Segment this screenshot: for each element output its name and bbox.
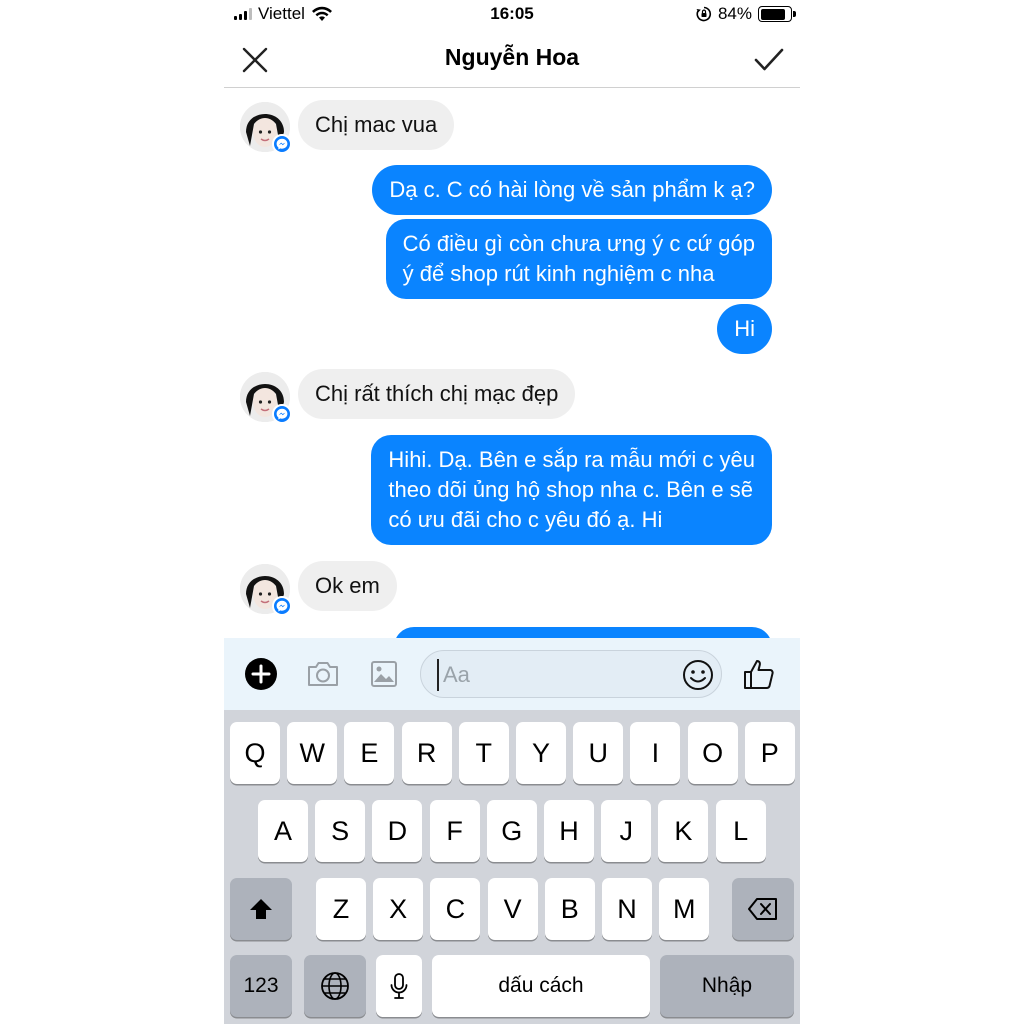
contact-avatar[interactable] <box>240 372 292 424</box>
plus-icon <box>245 658 277 690</box>
key-y[interactable]: Y <box>516 722 566 784</box>
key-j[interactable]: J <box>601 800 652 862</box>
battery-level <box>760 8 785 20</box>
message-text-line: có ưu đãi cho c yêu đó ạ. Hi <box>388 507 663 532</box>
gallery-icon <box>371 661 397 687</box>
message-input[interactable] <box>437 659 677 691</box>
backspace-icon <box>748 898 777 920</box>
messenger-screen: Viettel 16:05 84% Nguyễn Hoa Chị mac vua… <box>224 0 800 1024</box>
battery-icon <box>758 6 796 22</box>
messenger-badge-icon <box>272 134 292 154</box>
message-text-line: Có điều gì còn chưa ưng ý c cứ góp <box>402 231 755 256</box>
key-x[interactable]: X <box>373 878 424 940</box>
contact-avatar[interactable] <box>240 102 292 154</box>
message-text-line: theo dõi ủng hộ shop nha c. Bên e sẽ <box>388 477 753 502</box>
message-text: Chị rất thích chị mạc đẹp <box>315 381 559 406</box>
backspace-key[interactable] <box>732 878 794 940</box>
microphone-key[interactable] <box>376 955 422 1017</box>
incoming-message[interactable]: Chị rất thích chị mạc đẹp <box>298 369 576 419</box>
key-u[interactable]: U <box>573 722 624 784</box>
outgoing-message[interactable]: Dạ c. C có hài lòng về sản phẩm k ạ? <box>372 165 772 215</box>
incoming-message[interactable]: Ok em <box>298 561 397 611</box>
outgoing-message-partial[interactable] <box>394 627 772 638</box>
chat-header: Nguyễn Hoa <box>224 30 800 88</box>
more-actions-button[interactable] <box>242 655 280 693</box>
outgoing-message[interactable]: Hi <box>717 304 772 354</box>
key-f[interactable]: F <box>429 800 480 862</box>
emoji-icon <box>683 660 713 690</box>
key-l[interactable]: L <box>715 800 766 862</box>
message-text: Dạ c. C có hài lòng về sản phẩm k ạ? <box>389 177 755 202</box>
key-e[interactable]: E <box>344 722 395 784</box>
key-p[interactable]: P <box>744 722 795 784</box>
key-c[interactable]: C <box>430 878 481 940</box>
status-right: 84% <box>696 4 796 24</box>
like-button[interactable] <box>740 655 778 693</box>
key-w[interactable]: W <box>287 722 338 784</box>
key-a[interactable]: A <box>258 800 308 862</box>
key-i[interactable]: I <box>630 722 681 784</box>
numbers-key[interactable]: 123 <box>230 955 292 1017</box>
key-z[interactable]: Z <box>316 878 366 940</box>
key-r[interactable]: R <box>401 722 452 784</box>
conversation-title: Nguyễn Hoa <box>444 44 580 70</box>
key-d[interactable]: D <box>372 800 423 862</box>
key-o[interactable]: O <box>687 722 738 784</box>
messenger-badge-icon <box>272 404 292 424</box>
gallery-button[interactable] <box>365 655 403 693</box>
key-q[interactable]: Q <box>230 722 280 784</box>
shift-key[interactable] <box>230 878 292 940</box>
key-m[interactable]: M <box>659 878 710 940</box>
confirm-button[interactable] <box>751 42 787 78</box>
globe-key[interactable] <box>304 955 366 1017</box>
incoming-message[interactable]: Chị mac vua <box>298 100 455 150</box>
message-list[interactable]: Chị mac vua Dạ c. C có hài lòng về sản p… <box>224 90 800 638</box>
outgoing-message[interactable]: Hihi. Dạ. Bên e sắp ra mẫu mới c yêu the… <box>371 435 772 545</box>
microphone-icon <box>390 973 408 999</box>
key-h[interactable]: H <box>544 800 594 862</box>
message-text: Hi <box>734 316 755 341</box>
camera-button[interactable] <box>304 655 342 693</box>
message-input-wrapper <box>420 650 722 698</box>
shift-icon <box>250 899 272 919</box>
message-text-line: Hihi. Dạ. Bên e sắp ra mẫu mới c yêu <box>388 447 755 472</box>
message-text-line: ý để shop rút kinh nghiệm c nha <box>402 261 715 286</box>
key-b[interactable]: B <box>544 878 595 940</box>
key-t[interactable]: T <box>458 722 509 784</box>
camera-icon <box>308 662 338 686</box>
globe-icon <box>321 972 349 1000</box>
emoji-button[interactable] <box>681 658 715 692</box>
onscreen-keyboard: 123 dấu cách Nhập QWERTYUIOP ASDFGHJKL ZXC… <box>224 710 800 1024</box>
message-text: Ok em <box>315 573 380 598</box>
return-key[interactable]: Nhập <box>660 955 794 1017</box>
thumbs-up-icon <box>744 660 774 689</box>
key-g[interactable]: G <box>486 800 537 862</box>
battery-percent: 84% <box>717 4 752 23</box>
space-key[interactable]: dấu cách <box>432 955 650 1017</box>
return-key-label: Nhập <box>701 974 753 997</box>
key-s[interactable]: S <box>315 800 366 862</box>
message-text: Chị mac vua <box>315 112 438 137</box>
key-n[interactable]: N <box>602 878 652 940</box>
space-key-label: dấu cách <box>498 974 584 997</box>
outgoing-message[interactable]: Có điều gì còn chưa ưng ý c cứ góp ý để … <box>385 219 772 299</box>
orientation-lock-icon <box>696 6 712 22</box>
key-k[interactable]: K <box>658 800 709 862</box>
message-composer <box>224 638 800 710</box>
numbers-key-label: 123 <box>243 974 279 997</box>
messenger-badge-icon <box>272 596 292 616</box>
key-v[interactable]: V <box>487 878 538 940</box>
contact-avatar[interactable] <box>240 564 292 616</box>
status-bar: Viettel 16:05 84% <box>224 0 800 28</box>
checkmark-icon <box>754 48 784 71</box>
